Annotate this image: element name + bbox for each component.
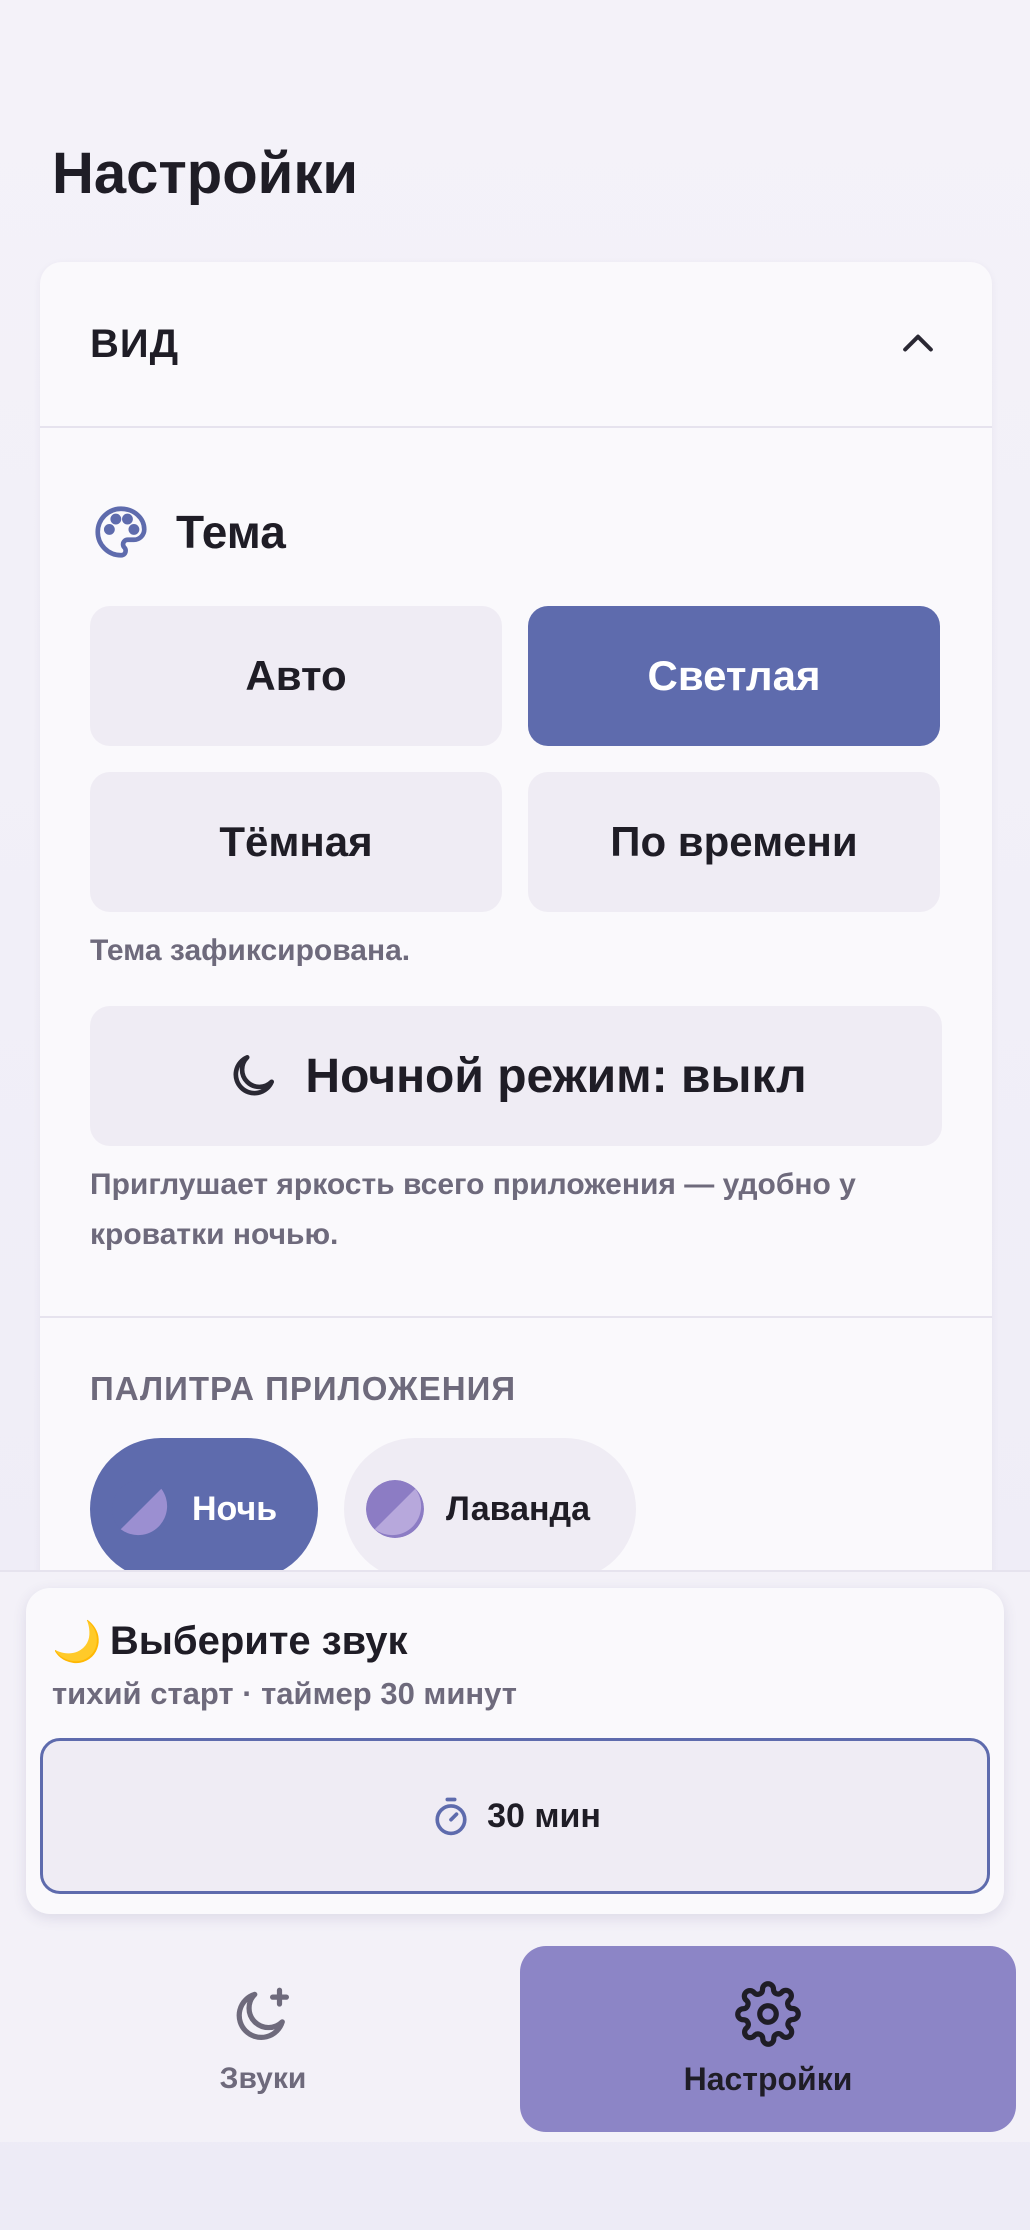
theme-option-auto[interactable]: Авто [90, 606, 502, 746]
palette-chip-night[interactable]: Ночь [90, 1438, 318, 1580]
theme-label: Тема [176, 506, 286, 558]
timer-button[interactable]: 30 мин [40, 1738, 990, 1894]
theme-option-scheduled[interactable]: По времени [528, 772, 940, 912]
palette-chip-label: Лаванда [446, 1489, 591, 1528]
palette-swatch-lavender [366, 1480, 424, 1538]
nav-settings[interactable]: Настройки [520, 1946, 1016, 2132]
player-subtitle: тихий старт · таймер 30 минут [52, 1676, 517, 1711]
player-title: 🌙 Выберите звук [52, 1618, 408, 1665]
nav-settings-label: Настройки [683, 2060, 853, 2097]
night-mode-label: Ночной режим: выкл [305, 1049, 807, 1103]
theme-row: Тема [90, 484, 942, 580]
timer-label: 30 мин [487, 1796, 601, 1835]
player-card[interactable]: 🌙 Выберите звук тихий старт · таймер 30 … [26, 1588, 1004, 1914]
palette-section-label: ПАЛИТРА ПРИЛОЖЕНИЯ [90, 1370, 517, 1407]
settings-card: ВИД Тема Авто Светлая Тёмная По времени … [40, 262, 992, 1632]
moon-plus-icon [236, 1987, 289, 2040]
palette-icon [95, 506, 147, 558]
theme-option-dark[interactable]: Тёмная [90, 772, 502, 912]
section-header-view[interactable]: ВИД [40, 262, 992, 428]
chevron-up-icon[interactable] [894, 320, 942, 368]
stopwatch-icon [435, 1797, 467, 1836]
palette-swatch-night [112, 1480, 170, 1538]
theme-options: Авто Светлая Тёмная По времени [90, 606, 942, 912]
palette-options: Ночь Лаванда [90, 1438, 942, 1580]
palette-chip-label: Ночь [192, 1489, 278, 1528]
moon-icon [233, 1055, 275, 1096]
theme-option-light[interactable]: Светлая [528, 606, 940, 746]
page-title: Настройки [52, 141, 359, 206]
night-mode-hint: Приглушает яркость всего приложения — уд… [90, 1168, 856, 1251]
gear-icon [735, 1980, 801, 2047]
nav-sounds[interactable]: Звуки [70, 1946, 456, 2132]
section-title: ВИД [90, 321, 180, 366]
player-title-text: Выберите звук [109, 1619, 408, 1663]
palette-chip-lavender[interactable]: Лаванда [344, 1438, 636, 1580]
theme-hint: Тема зафиксирована. [90, 934, 411, 967]
nav-sounds-label: Звуки [219, 2062, 307, 2095]
night-mode-button[interactable]: Ночной режим: выкл [90, 1006, 942, 1146]
crescent-moon-icon: 🌙 [52, 1620, 102, 1664]
divider [40, 1316, 992, 1318]
